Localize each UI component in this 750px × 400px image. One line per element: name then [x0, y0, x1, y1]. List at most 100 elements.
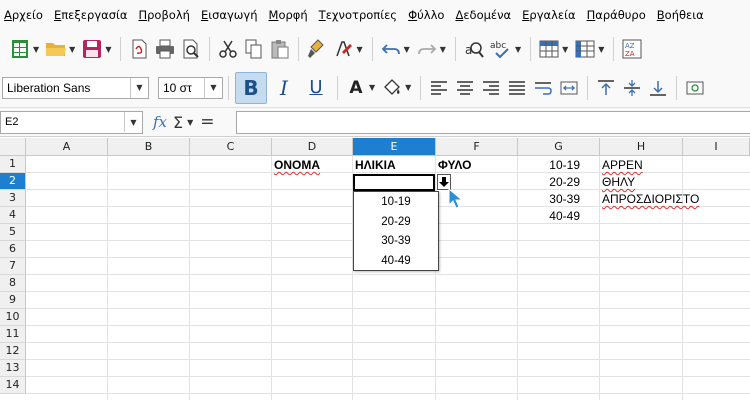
chevron-down-icon[interactable]: ▼ — [356, 45, 362, 54]
row-header-5[interactable]: 5 — [0, 224, 26, 241]
column-header-g[interactable]: G — [518, 138, 600, 156]
name-box[interactable]: E2 ▼ — [0, 110, 143, 134]
column-header-e[interactable]: E — [353, 138, 436, 156]
column-header-f[interactable]: F — [436, 138, 518, 156]
function-wizard-button[interactable]: fx — [153, 113, 167, 131]
menu-edit[interactable]: Επεξεργασία — [49, 0, 134, 30]
row-header-4[interactable]: 4 — [0, 207, 26, 224]
chevron-down-icon[interactable]: ▼ — [598, 45, 604, 54]
font-size-combo[interactable]: 10 στ ▼ — [158, 76, 223, 99]
menu-view[interactable]: Προβολή — [133, 0, 195, 30]
column-header-c[interactable]: C — [190, 138, 272, 156]
open-button[interactable] — [44, 34, 68, 64]
spellcheck-button[interactable]: abc — [488, 34, 514, 64]
menu-help[interactable]: Βοήθεια — [652, 0, 710, 30]
dropdown-option[interactable]: 40-49 — [354, 251, 438, 271]
select-all-corner[interactable] — [0, 138, 26, 156]
export-pdf-button[interactable] — [127, 34, 151, 64]
justify-button[interactable] — [505, 73, 529, 103]
row-header-6[interactable]: 6 — [0, 241, 26, 258]
cell-d1[interactable]: ΟΝΟΜΑ — [274, 157, 352, 174]
cell-h2[interactable]: ΘΗΛΥ — [602, 174, 742, 191]
formula-input[interactable] — [236, 111, 750, 134]
chevron-down-icon[interactable]: ▼ — [105, 45, 111, 54]
highlight-button[interactable] — [380, 73, 404, 103]
chevron-down-icon[interactable]: ▼ — [204, 77, 222, 98]
merge-center-button[interactable] — [557, 73, 581, 103]
wrap-text-button[interactable] — [531, 73, 555, 103]
clear-formatting-button[interactable] — [331, 34, 355, 64]
row-header-10[interactable]: 10 — [0, 309, 26, 326]
menu-styles[interactable]: Τεχνοτροπίες — [314, 0, 403, 30]
chevron-down-icon[interactable]: ▼ — [440, 45, 446, 54]
menu-window[interactable]: Παράθυρο — [582, 0, 652, 30]
italic-button[interactable]: I — [269, 73, 299, 103]
chevron-down-icon[interactable]: ▼ — [124, 112, 142, 132]
new-button[interactable] — [8, 34, 32, 64]
print-preview-button[interactable] — [179, 34, 203, 64]
underline-button[interactable]: U — [301, 73, 331, 103]
row-header-12[interactable]: 12 — [0, 343, 26, 360]
cell-h3[interactable]: ΑΠΡΟΣΔΙΟΡΙΣΤΟ — [602, 191, 742, 208]
row-header-7[interactable]: 7 — [0, 258, 26, 275]
cell-g4[interactable]: 40-49 — [518, 208, 580, 225]
align-bottom-button[interactable] — [646, 73, 670, 103]
dropdown-option[interactable]: 30-39 — [354, 231, 438, 251]
column-header-i[interactable]: I — [683, 138, 750, 156]
center-vertically-button[interactable] — [620, 73, 644, 103]
sort-button[interactable]: AZ ZA — [620, 34, 644, 64]
row-header-2[interactable]: 2 — [0, 173, 26, 190]
align-left-button[interactable] — [427, 73, 451, 103]
dropdown-option[interactable]: 20-29 — [354, 212, 438, 232]
clone-formatting-button[interactable] — [305, 34, 329, 64]
menu-sheet[interactable]: Φύλλο — [403, 0, 450, 30]
menu-file[interactable]: Αρχείο — [0, 0, 49, 30]
row-header-13[interactable]: 13 — [0, 360, 26, 377]
bold-button[interactable]: B — [235, 71, 267, 104]
save-button[interactable] — [80, 34, 104, 64]
paste-button[interactable] — [268, 34, 292, 64]
column-header-d[interactable]: D — [272, 138, 353, 156]
redo-button[interactable] — [415, 34, 439, 64]
font-name-combo[interactable]: Liberation Sans ▼ — [2, 76, 149, 99]
cell-g1[interactable]: 10-19 — [518, 157, 580, 174]
align-right-button[interactable] — [479, 73, 503, 103]
menu-format[interactable]: Μορφή — [264, 0, 314, 30]
sum-button[interactable]: Σ — [173, 113, 183, 132]
cut-button[interactable] — [216, 34, 240, 64]
font-color-button[interactable]: A — [344, 73, 368, 103]
find-replace-button[interactable]: a — [462, 34, 486, 64]
chevron-down-icon[interactable]: ▼ — [404, 45, 410, 54]
row-header-9[interactable]: 9 — [0, 292, 26, 309]
column-button[interactable] — [573, 34, 597, 64]
print-button[interactable] — [153, 34, 177, 64]
row-button[interactable] — [537, 34, 561, 64]
cell-g3[interactable]: 30-39 — [518, 191, 580, 208]
row-header-8[interactable]: 8 — [0, 275, 26, 292]
chevron-down-icon[interactable]: ▼ — [515, 45, 521, 54]
align-center-button[interactable] — [453, 73, 477, 103]
chevron-down-icon[interactable]: ▼ — [69, 45, 75, 54]
column-header-a[interactable]: A — [26, 138, 108, 156]
chevron-down-icon[interactable]: ▼ — [369, 83, 375, 92]
align-top-button[interactable] — [594, 73, 618, 103]
chevron-down-icon[interactable]: ▼ — [405, 83, 411, 92]
column-header-b[interactable]: B — [108, 138, 190, 156]
menu-data[interactable]: Δεδομένα — [450, 0, 517, 30]
cell-e1[interactable]: ΗΛΙΚΙΑ — [355, 157, 433, 174]
dropdown-option[interactable]: 10-19 — [354, 192, 438, 212]
row-header-14[interactable]: 14 — [0, 377, 26, 394]
column-header-h[interactable]: H — [600, 138, 683, 156]
row-header-3[interactable]: 3 — [0, 190, 26, 207]
chevron-down-icon[interactable]: ▼ — [187, 118, 193, 127]
cell-h1[interactable]: ΑΡΡΕΝ — [602, 157, 742, 174]
active-cell-e2[interactable] — [353, 174, 435, 191]
row-header-11[interactable]: 11 — [0, 326, 26, 343]
chevron-down-icon[interactable]: ▼ — [562, 45, 568, 54]
menu-tools[interactable]: Εργαλεία — [517, 0, 581, 30]
chevron-down-icon[interactable]: ▼ — [130, 77, 148, 98]
copy-button[interactable] — [242, 34, 266, 64]
row-header-1[interactable]: 1 — [0, 156, 26, 173]
undo-button[interactable] — [379, 34, 403, 64]
formula-button[interactable]: = — [200, 112, 214, 132]
